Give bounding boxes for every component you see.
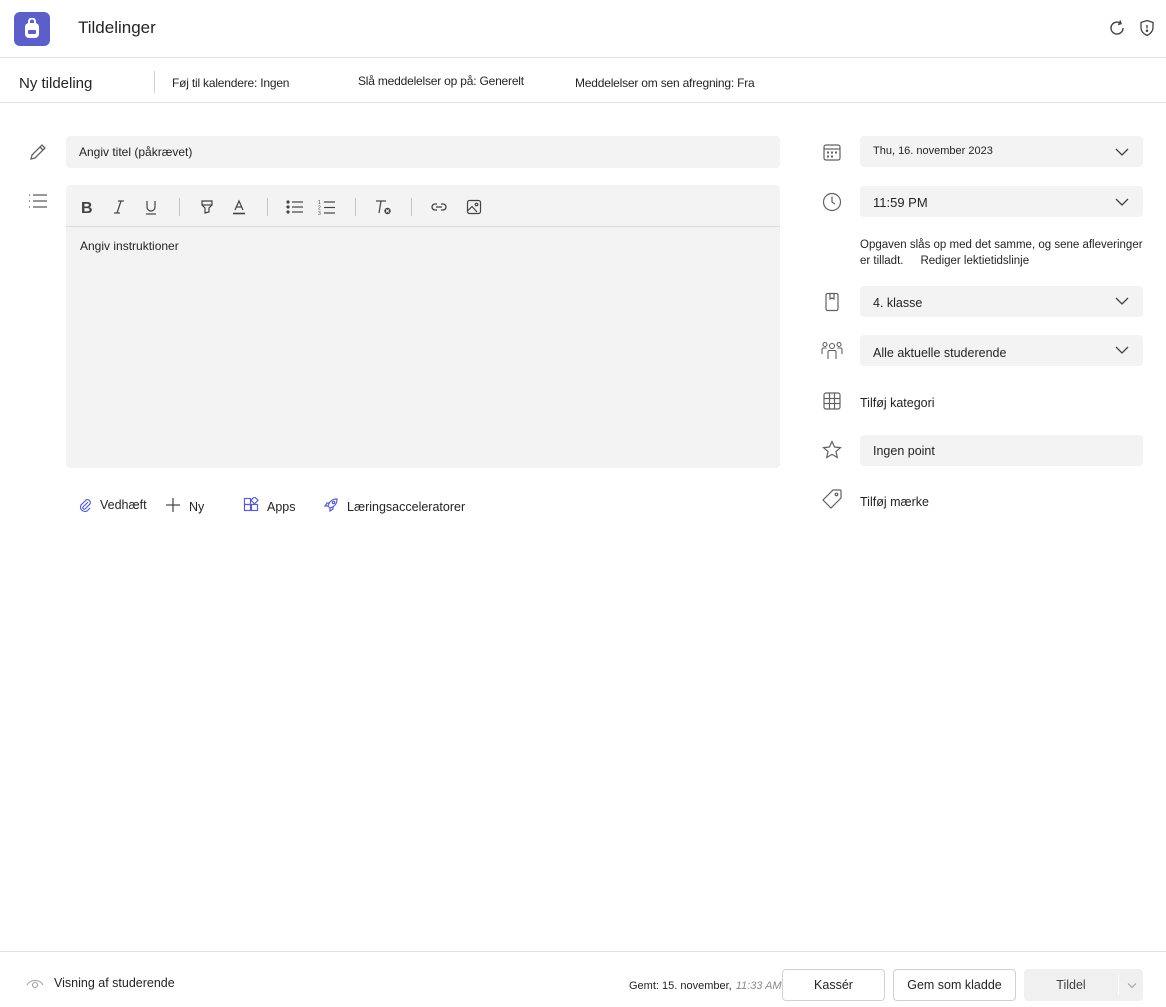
footer-bar: Visning af studerende Gemt: 15. november…: [0, 951, 1166, 1007]
saved-status: Gemt: 15. november, 11:33 AM: [629, 980, 782, 992]
backpack-icon[interactable]: [14, 12, 50, 46]
calendar-setting-link[interactable]: Føj til kalendere: Ingen: [172, 76, 289, 90]
students-dropdown[interactable]: Alle aktuelle studerende: [860, 335, 1143, 366]
apps-button[interactable]: Apps: [243, 494, 296, 516]
rocket-icon: [323, 498, 338, 513]
saved-label: Gemt: 15. november,: [629, 980, 732, 992]
late-notification-setting-link[interactable]: Meddelelser om sen afregning: Fra: [575, 76, 755, 90]
svg-text:3: 3: [318, 211, 321, 215]
chevron-down-icon: [1115, 148, 1129, 156]
new-button[interactable]: Ny: [165, 494, 204, 516]
pencil-icon: [27, 141, 49, 163]
bold-icon[interactable]: B: [76, 196, 98, 218]
list-icon: [27, 190, 49, 212]
edit-timeline-link[interactable]: Rediger lektietidslinje: [920, 255, 1029, 267]
assign-button-group: Tildel: [1024, 969, 1143, 1001]
save-draft-button[interactable]: Gem som kladde: [893, 969, 1016, 1001]
points-value: Ingen point: [873, 444, 935, 458]
timeline-note: Opgaven slås op med det samme, og sene a…: [860, 237, 1152, 269]
class-value: 4. klasse: [873, 296, 923, 310]
assign-button[interactable]: Tildel: [1024, 969, 1118, 1001]
discard-button[interactable]: Kassér: [782, 969, 885, 1001]
assign-split-divider: [1118, 975, 1119, 995]
numbered-list-icon[interactable]: 123: [316, 196, 338, 218]
instructions-placeholder[interactable]: Angiv instruktioner: [80, 239, 179, 253]
app-title: Tildelinger: [78, 18, 156, 37]
title-input[interactable]: [66, 136, 780, 168]
apps-label: Apps: [267, 500, 296, 514]
new-label: Ny: [189, 500, 205, 514]
people-icon: [821, 339, 843, 361]
class-dropdown[interactable]: 4. klasse: [860, 286, 1143, 317]
app-header: Tildelinger: [0, 0, 1166, 58]
subheader-divider: [154, 71, 155, 93]
due-time-dropdown[interactable]: 11:59 PM: [860, 186, 1143, 217]
due-time-value: 11:59 PM: [873, 195, 928, 210]
toolbar-separator: [267, 198, 268, 216]
calendar-icon: [821, 141, 843, 163]
toolbar-separator: [179, 198, 180, 216]
due-date-value: Thu, 16. november 2023: [873, 145, 993, 157]
page-title: Ny tildeling: [19, 75, 93, 92]
attach-label: Vedhæft: [100, 498, 147, 512]
attach-button[interactable]: Vedhæft: [78, 494, 147, 516]
assignment-subheader: Ny tildeling Føj til kalendere: Ingen Sl…: [0, 59, 1166, 103]
underline-icon[interactable]: [140, 196, 162, 218]
image-icon[interactable]: [463, 196, 485, 218]
clear-format-icon[interactable]: [372, 196, 394, 218]
italic-icon[interactable]: [108, 196, 130, 218]
notification-setting-link[interactable]: Slå meddelelser op på: Generelt: [358, 74, 524, 88]
assign-options-button[interactable]: [1120, 969, 1143, 1001]
refresh-icon[interactable]: [1107, 18, 1127, 38]
clock-icon: [821, 191, 843, 213]
student-view-button[interactable]: Visning af studerende: [26, 976, 175, 990]
svg-text:B: B: [81, 200, 93, 215]
eye-icon: [26, 979, 44, 989]
toolbar-separator: [355, 198, 356, 216]
font-color-icon[interactable]: [228, 196, 250, 218]
star-icon: [821, 439, 843, 461]
shield-icon[interactable]: [1137, 18, 1157, 38]
link-icon[interactable]: [428, 196, 450, 218]
add-tag-link[interactable]: Tilføj mærke: [860, 495, 929, 509]
apps-icon: [243, 497, 259, 512]
student-view-label: Visning af studerende: [54, 976, 175, 990]
chevron-down-icon: [1115, 346, 1129, 354]
format-toolbar: B 123: [66, 185, 780, 227]
learning-accelerators-button[interactable]: Læringsacceleratorer: [323, 494, 465, 516]
toolbar-separator: [411, 198, 412, 216]
add-category-link[interactable]: Tilføj kategori: [860, 396, 935, 410]
highlight-icon[interactable]: [196, 196, 218, 218]
students-value: Alle aktuelle studerende: [873, 346, 1007, 360]
points-field[interactable]: Ingen point: [860, 435, 1143, 466]
category-grid-icon: [821, 390, 843, 412]
chevron-down-icon: [1115, 297, 1129, 305]
saved-time: 11:33 AM: [735, 980, 782, 992]
chevron-down-icon: [1127, 982, 1136, 988]
chevron-down-icon: [1115, 198, 1129, 206]
plus-icon: [166, 498, 180, 512]
notebook-icon: [821, 291, 843, 313]
paperclip-icon: [79, 499, 91, 513]
learning-accelerators-label: Læringsacceleratorer: [347, 500, 466, 514]
bullet-list-icon[interactable]: [284, 196, 306, 218]
tag-icon: [821, 488, 843, 510]
due-date-dropdown[interactable]: Thu, 16. november 2023: [860, 136, 1143, 167]
instructions-editor[interactable]: B 123 Angiv instruktioner: [66, 185, 780, 468]
